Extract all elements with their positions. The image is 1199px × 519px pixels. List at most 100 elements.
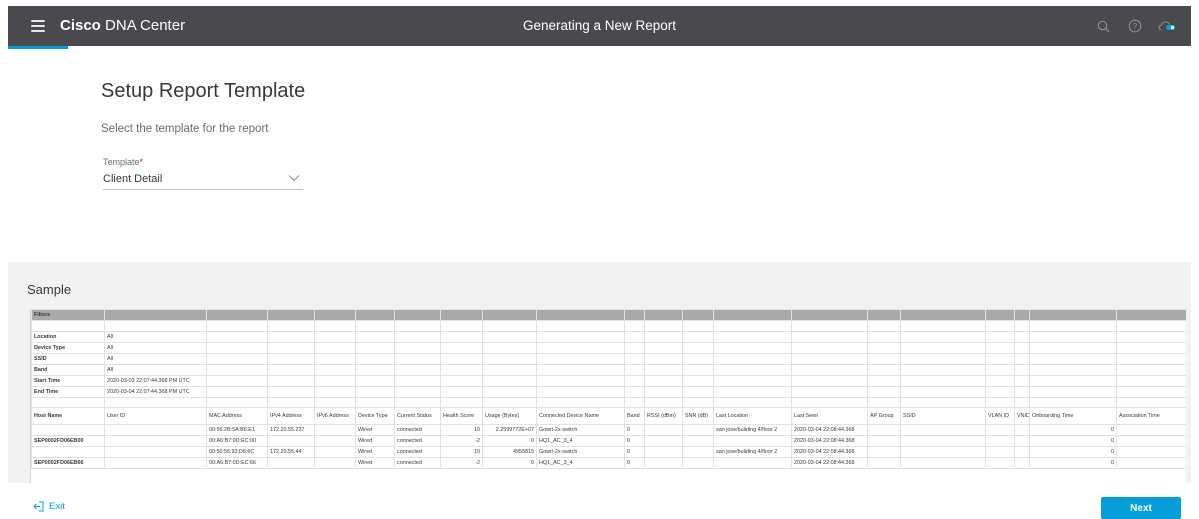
menu-icon[interactable] <box>31 20 45 32</box>
table-cell <box>1014 396 1030 409</box>
column-header: Last Seen <box>791 407 868 426</box>
table-cell <box>536 341 625 354</box>
table-cell <box>644 457 683 470</box>
table-cell <box>355 396 395 409</box>
brand-rest-text: DNA Center <box>100 17 186 34</box>
chevron-down-icon <box>288 175 300 182</box>
sample-heading: Sample <box>27 282 72 297</box>
table-cell: 172.20.55.237 <box>267 424 315 437</box>
table-cell <box>867 309 901 321</box>
sample-preview-panel: Sample Filters Location All Device Type All S… <box>8 262 1191 483</box>
required-marker: * <box>139 157 144 167</box>
table-cell: -2 <box>440 457 483 470</box>
app-brand[interactable]: Cisco DNA Center <box>60 17 185 34</box>
table-cell <box>791 396 868 409</box>
exit-button[interactable]: Exit <box>33 501 65 512</box>
search-icon[interactable] <box>1093 17 1113 35</box>
table-cell <box>1116 330 1186 343</box>
column-header: VLAN ID <box>985 407 1015 426</box>
top-icon-group: ? <box>1093 17 1177 35</box>
table-cell <box>482 363 537 376</box>
table-row: 00:50:56:93:D6:6C 172.20.55.44 Wired connec… <box>31 446 1186 459</box>
column-header: Association Time <box>1116 407 1186 426</box>
template-selected-value: Client Detail <box>103 173 163 185</box>
table-cell <box>867 385 901 398</box>
table-cell <box>985 320 1015 332</box>
table-cell <box>314 374 356 387</box>
table-cell: 0 <box>482 435 537 448</box>
table-row: SEP0002FD06EB00 00:A6:B7:0D:EC:00 Wired con… <box>31 435 1186 448</box>
table-cell: 00:A6:B7:0D:EC:66 <box>206 457 268 470</box>
column-header: Last Location <box>713 407 792 426</box>
column-header: User ID <box>104 407 207 426</box>
table-cell <box>536 396 625 409</box>
filter-label: Device Type <box>31 341 105 354</box>
table-cell <box>985 309 1015 321</box>
table-cell: Gowri-2x-switch <box>536 424 625 437</box>
table-cell <box>867 435 901 448</box>
filter-row: Band All <box>31 363 1186 376</box>
filter-value: 2020-03-04 22:07:44.368 PM UTC <box>104 385 207 398</box>
sample-report-sheet[interactable]: Filters Location All Device Type All SSID All B… <box>30 309 1186 483</box>
table-cell <box>1116 320 1186 332</box>
table-cell <box>1116 341 1186 354</box>
table-cell <box>206 341 268 354</box>
table-cell <box>394 352 441 365</box>
table-cell <box>1029 320 1117 332</box>
table-cell <box>394 341 441 354</box>
table-cell <box>482 374 537 387</box>
table-cell <box>867 352 901 365</box>
table-cell <box>624 309 645 321</box>
page-subtitle: Select the template for the report <box>101 123 269 135</box>
table-cell: Gowri-2x-switch <box>536 446 625 459</box>
table-cell <box>713 435 792 448</box>
table-cell <box>682 435 714 448</box>
table-cell <box>1014 424 1030 437</box>
table-cell <box>900 457 986 470</box>
table-cell: connected <box>394 446 441 459</box>
table-cell <box>355 363 395 376</box>
table-cell <box>1029 396 1117 409</box>
table-cell <box>624 330 645 343</box>
help-icon[interactable]: ? <box>1125 17 1145 35</box>
table-cell <box>31 424 105 437</box>
table-cell <box>104 446 207 459</box>
table-cell <box>682 446 714 459</box>
table-cell <box>104 435 207 448</box>
exit-icon <box>33 501 44 512</box>
table-cell <box>644 385 683 398</box>
table-cell <box>713 309 792 321</box>
table-cell <box>1014 320 1030 332</box>
table-cell: 00:A6:B7:0D:EC:00 <box>206 435 268 448</box>
table-cell: san jose/building 4/floor 2 <box>713 424 792 437</box>
table-cell <box>985 446 1015 459</box>
table-cell <box>867 446 901 459</box>
cloud-toggle-icon[interactable] <box>1157 17 1177 35</box>
table-cell <box>713 396 792 409</box>
table-cell: Wired <box>355 424 395 437</box>
table-cell <box>900 396 986 409</box>
filter-label: Band <box>31 363 105 376</box>
table-row <box>31 320 1186 332</box>
table-cell <box>900 341 986 354</box>
table-cell <box>1014 352 1030 365</box>
table-cell <box>394 396 441 409</box>
template-field-label: Template* <box>103 157 143 167</box>
table-cell <box>1014 341 1030 354</box>
column-header: AP Group <box>867 407 901 426</box>
filter-value: All <box>104 330 207 343</box>
table-cell <box>644 424 683 437</box>
table-cell <box>713 457 792 470</box>
table-cell <box>985 352 1015 365</box>
table-cell: 0 <box>624 457 645 470</box>
table-cell <box>440 396 483 409</box>
column-header: SSID <box>900 407 986 426</box>
template-dropdown[interactable]: Client Detail <box>103 170 303 190</box>
table-cell: 0 <box>1116 446 1186 459</box>
table-cell <box>682 341 714 354</box>
table-cell <box>314 396 356 409</box>
table-cell <box>1116 363 1186 376</box>
table-cell <box>267 396 315 409</box>
table-cell <box>355 385 395 398</box>
filter-value: All <box>104 341 207 354</box>
